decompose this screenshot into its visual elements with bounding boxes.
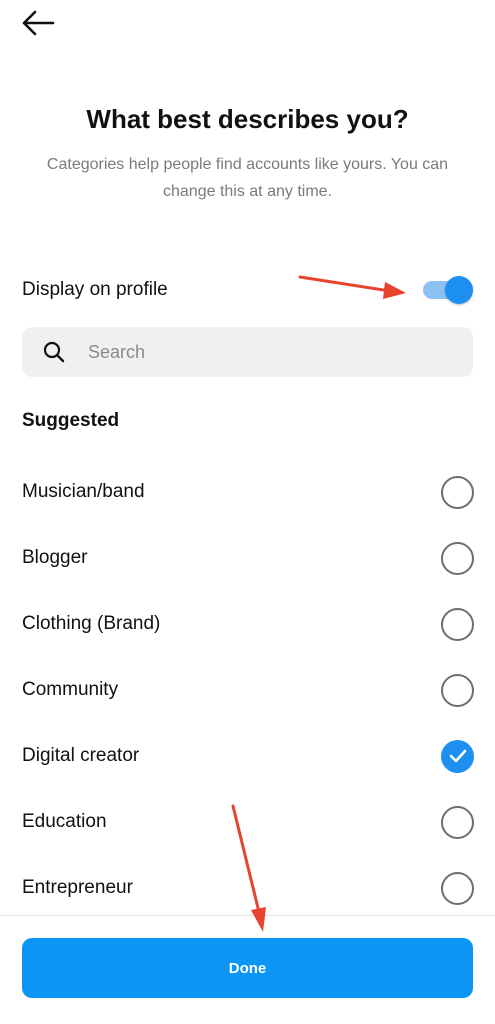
radio-unchecked[interactable]	[441, 871, 474, 905]
category-option[interactable]: Blogger	[0, 525, 495, 591]
display-on-profile-row: Display on profile	[22, 270, 473, 310]
category-option[interactable]: Entrepreneur	[0, 855, 495, 921]
radio-unchecked[interactable]	[441, 541, 474, 575]
category-option[interactable]: Community	[0, 657, 495, 723]
checkmark-icon	[449, 749, 466, 763]
arrow-left-icon	[22, 10, 55, 36]
search-icon	[42, 340, 66, 364]
display-on-profile-toggle[interactable]	[423, 276, 473, 304]
radio-unchecked[interactable]	[441, 673, 474, 707]
category-screen: What best describes you? Categories help…	[0, 0, 495, 1024]
category-option[interactable]: Clothing (Brand)	[0, 591, 495, 657]
footer-divider	[0, 915, 495, 916]
category-option-label: Entrepreneur	[22, 877, 133, 898]
radio-unchecked[interactable]	[441, 805, 474, 839]
category-option-label: Clothing (Brand)	[22, 613, 161, 634]
toggle-knob	[445, 276, 473, 304]
category-option-label: Digital creator	[22, 745, 140, 766]
category-option[interactable]: Education	[0, 789, 495, 855]
radio-unchecked[interactable]	[441, 607, 474, 641]
radio-checked[interactable]	[441, 739, 474, 773]
display-on-profile-label: Display on profile	[22, 279, 168, 300]
suggested-heading: Suggested	[22, 410, 120, 431]
back-button[interactable]	[18, 6, 58, 40]
search-bar[interactable]	[22, 327, 473, 377]
category-option-label: Community	[22, 679, 119, 700]
category-option[interactable]: Digital creator	[0, 723, 495, 789]
page-title: What best describes you?	[86, 104, 409, 134]
category-option-label: Blogger	[22, 547, 88, 568]
done-button[interactable]: Done	[22, 938, 473, 998]
category-option[interactable]: Musician/band	[0, 459, 495, 525]
radio-unchecked[interactable]	[441, 475, 474, 509]
search-input[interactable]	[88, 341, 418, 363]
category-list: Musician/band Blogger Clothing (Brand) Comm…	[0, 459, 495, 921]
category-option-label: Education	[22, 811, 107, 832]
page-subtitle: Categories help people find accounts lik…	[46, 156, 449, 200]
category-option-label: Musician/band	[22, 481, 145, 502]
